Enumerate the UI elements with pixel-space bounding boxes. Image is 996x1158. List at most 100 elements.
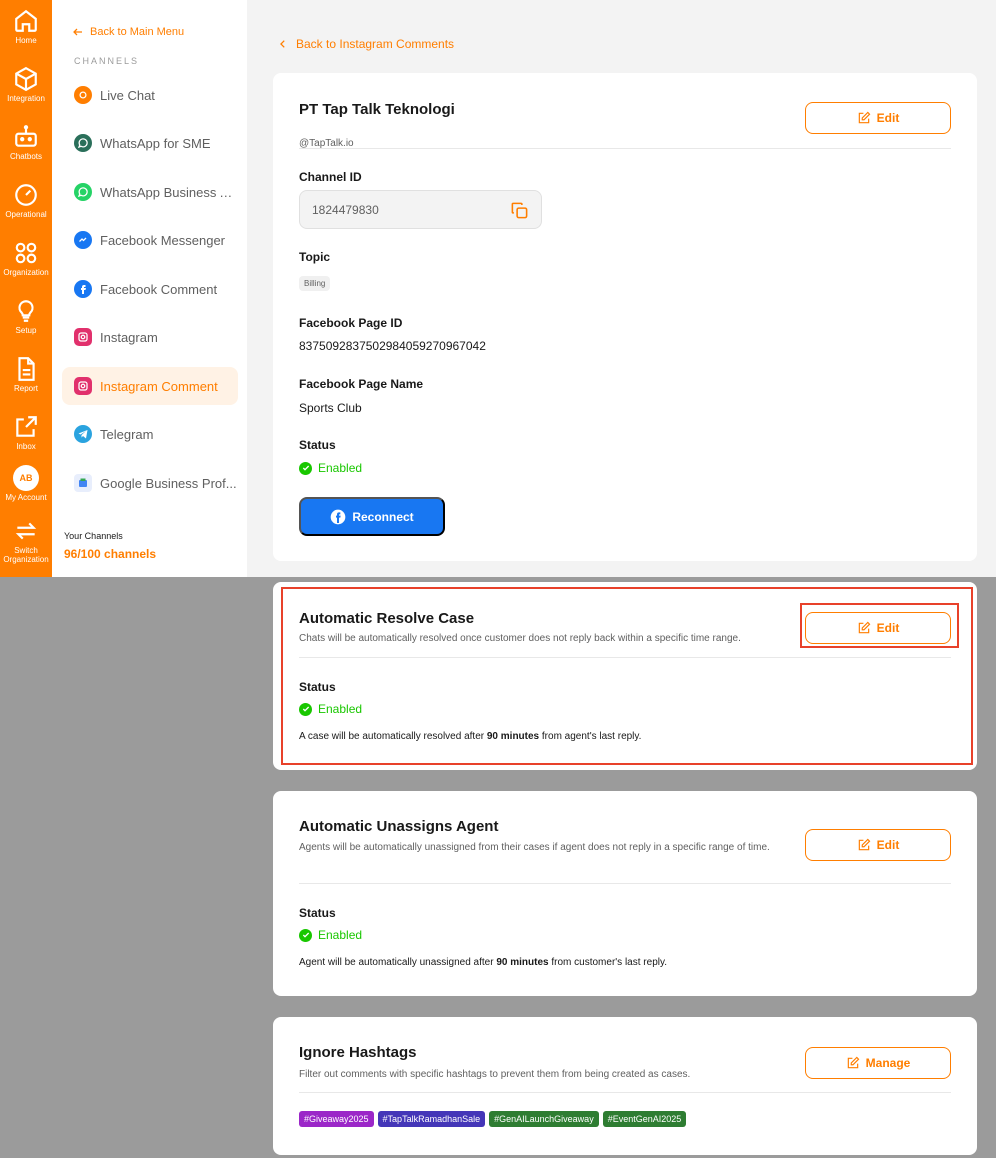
sidebar-item-label: Telegram xyxy=(100,426,154,442)
facebook-page-name-value: Sports Club xyxy=(299,401,362,415)
robot-icon xyxy=(15,125,37,147)
nav-organization[interactable]: Organization xyxy=(0,240,52,277)
sidebar-item-live-chat[interactable]: Live Chat xyxy=(62,76,238,114)
facebook-icon xyxy=(74,280,92,298)
unassign-note-suffix: from customer's last reply. xyxy=(548,957,668,968)
ignore-hashtags-card: Ignore Hashtags Filter out comments with… xyxy=(273,1017,977,1155)
sidebar-item-facebook-comment[interactable]: Facebook Comment xyxy=(62,270,238,308)
chevron-left-icon xyxy=(280,40,285,48)
nav-chatbots-label: Chatbots xyxy=(9,152,43,161)
reconnect-button[interactable]: Reconnect xyxy=(299,497,445,536)
hashtag-chip: #GenAILaunchGiveaway xyxy=(489,1111,599,1127)
sidebar-item-label: Facebook Messenger xyxy=(100,232,226,248)
hashtags-divider xyxy=(299,1092,951,1093)
nav-home[interactable]: Home xyxy=(0,8,52,45)
hashtags-description: Filter out comments with specific hashta… xyxy=(299,1069,691,1080)
unassign-title: Automatic Unassigns Agent xyxy=(299,818,499,835)
back-to-instagram-comments-label: Back to Instagram Comments xyxy=(296,37,455,51)
nav-operational-label: Operational xyxy=(5,210,47,219)
facebook-page-id-value: 8375092837502984059270967042 xyxy=(299,339,486,353)
topic-badge: Billing xyxy=(299,276,331,291)
copy-icon[interactable] xyxy=(510,201,529,223)
switch-arrows-icon xyxy=(15,522,37,540)
nav-my-account[interactable]: AB My Account xyxy=(0,465,52,502)
manage-hashtags-button[interactable]: Manage xyxy=(805,1047,951,1079)
edit-icon xyxy=(858,111,871,124)
sidebar-item-whatsapp-business-api[interactable]: WhatsApp Business API xyxy=(62,173,238,211)
channels-heading: CHANNELS xyxy=(74,56,140,66)
sidebar-item-label: Facebook Comment xyxy=(100,281,218,297)
sidebar-item-google-business-profile[interactable]: Google Business Prof... xyxy=(62,464,238,502)
account-edit-label: Edit xyxy=(876,111,900,125)
sidebar-item-instagram-comment[interactable]: Instagram Comment xyxy=(62,367,238,405)
edit-icon xyxy=(847,1056,860,1069)
account-status-value: Enabled xyxy=(318,461,363,475)
edit-icon xyxy=(858,838,871,851)
channel-id-field: 1824479830 xyxy=(299,190,542,229)
unassign-status-label: Status xyxy=(299,906,336,920)
sidebar-item-telegram[interactable]: Telegram xyxy=(62,415,238,453)
nav-switch-organization-label: Switch Organization xyxy=(3,546,49,564)
grid-circles-icon xyxy=(15,242,37,264)
unassign-note: Agent will be automatically unassigned a… xyxy=(299,957,667,968)
sidebar-item-whatsapp-sme[interactable]: WhatsApp for SME xyxy=(62,124,238,162)
nav-report[interactable]: Report xyxy=(0,356,52,393)
topic-label: Topic xyxy=(299,250,331,264)
instagram-icon xyxy=(74,328,92,346)
account-status: Enabled xyxy=(299,461,362,475)
sidebar-item-label: Google Business Prof... xyxy=(100,475,237,491)
home-icon xyxy=(15,9,37,32)
account-edit-button[interactable]: Edit xyxy=(805,102,951,134)
cube-icon xyxy=(15,66,37,92)
sidebar-item-facebook-messenger[interactable]: Facebook Messenger xyxy=(62,221,238,259)
back-to-main-menu-link[interactable]: Back to Main Menu xyxy=(72,26,184,38)
unassign-edit-label: Edit xyxy=(876,838,900,852)
automatic-unassign-agent-card: Automatic Unassigns Agent Agents will be… xyxy=(273,791,977,996)
sidebar-item-instagram[interactable]: Instagram xyxy=(62,318,238,356)
back-to-instagram-comments-link[interactable]: Back to Instagram Comments xyxy=(278,37,454,51)
google-business-icon xyxy=(74,474,92,492)
telegram-icon xyxy=(74,425,92,443)
arrow-left-icon xyxy=(73,28,82,36)
nav-rail: Home Integration Chatbots Operational Or… xyxy=(0,0,52,577)
unassign-description: Agents will be automatically unassigned … xyxy=(299,842,770,853)
hashtag-chip: #EventGenAI2025 xyxy=(602,1111,687,1127)
facebook-page-id-label: Facebook Page ID xyxy=(299,316,403,330)
hashtag-list: #Giveaway2025 #TapTalkRamadhanSale #GenA… xyxy=(299,1111,687,1127)
check-circle-icon xyxy=(299,461,312,475)
nav-switch-organization[interactable]: Switch Organization xyxy=(0,518,52,564)
nav-setup[interactable]: Setup xyxy=(0,298,52,335)
unassign-status: Enabled xyxy=(299,928,362,942)
sidebar-item-label: Instagram Comment xyxy=(100,378,218,394)
sidebar-item-label: WhatsApp for SME xyxy=(100,135,211,151)
channel-id-label: Channel ID xyxy=(299,170,362,184)
check-circle-icon xyxy=(299,928,312,942)
nav-setup-label: Setup xyxy=(15,326,37,335)
back-to-main-menu-label: Back to Main Menu xyxy=(90,26,185,38)
nav-report-label: Report xyxy=(13,384,38,393)
your-channels-count: 96/100 channels xyxy=(64,547,157,561)
nav-integration[interactable]: Integration xyxy=(0,66,52,103)
channel-sidebar: Back to Main Menu CHANNELS Live Chat Wha… xyxy=(52,0,247,577)
resolve-edit-highlight xyxy=(800,603,959,648)
unassign-note-duration: 90 minutes xyxy=(496,957,549,968)
sidebar-item-label: Live Chat xyxy=(100,87,155,103)
nav-inbox[interactable]: Inbox xyxy=(0,414,52,451)
reconnect-label: Reconnect xyxy=(352,509,414,524)
whatsapp-icon xyxy=(74,183,92,201)
unassign-edit-button[interactable]: Edit xyxy=(805,829,951,861)
external-link-icon xyxy=(16,416,37,437)
hashtag-chip: #TapTalkRamadhanSale xyxy=(377,1111,486,1127)
gauge-icon xyxy=(15,184,37,206)
nav-integration-label: Integration xyxy=(7,94,45,103)
facebook-page-name-label: Facebook Page Name xyxy=(299,377,424,391)
lightbulb-icon xyxy=(18,300,34,322)
unassign-status-value: Enabled xyxy=(318,928,363,942)
messenger-icon xyxy=(74,231,92,249)
manage-hashtags-label: Manage xyxy=(865,1056,911,1070)
unassign-divider xyxy=(299,883,951,884)
nav-chatbots[interactable]: Chatbots xyxy=(0,124,52,161)
nav-my-account-label: My Account xyxy=(5,493,47,502)
nav-operational[interactable]: Operational xyxy=(0,182,52,219)
nav-organization-label: Organization xyxy=(3,268,49,277)
